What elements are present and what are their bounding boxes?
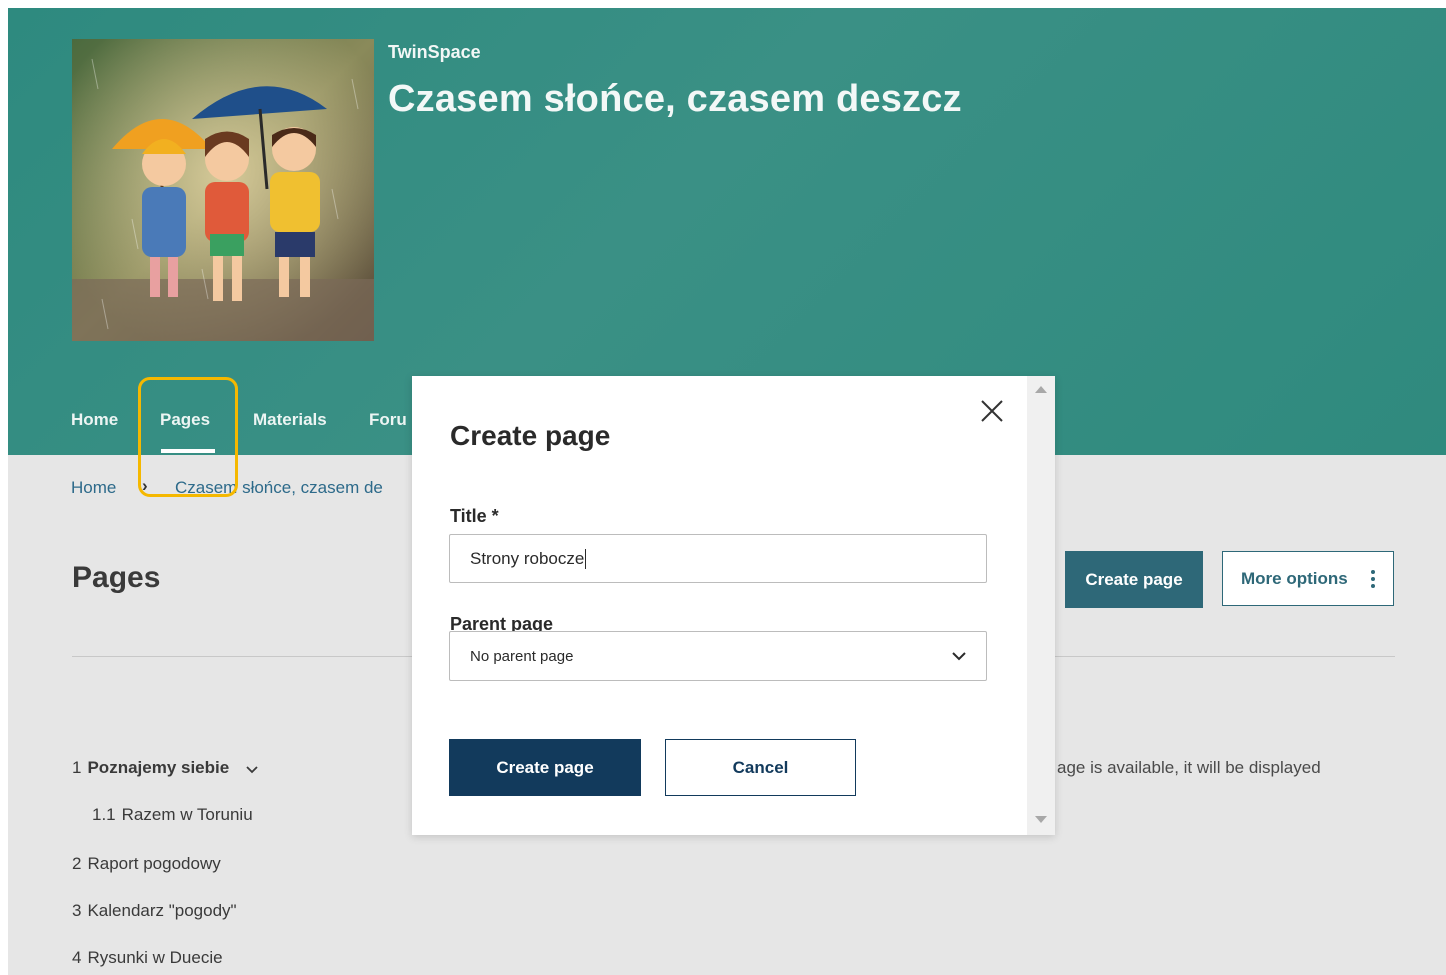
dialog-cancel-button[interactable]: Cancel <box>665 739 856 796</box>
project-title: Czasem słońce, czasem deszcz <box>388 78 962 120</box>
tree-item-label: Rysunki w Duecie <box>87 948 223 967</box>
text-cursor <box>585 548 587 569</box>
create-page-button[interactable]: Create page <box>1065 551 1203 608</box>
parent-page-select[interactable]: No parent page <box>449 631 987 681</box>
more-options-label: More options <box>1241 568 1348 588</box>
dialog-title: Create page <box>450 420 611 451</box>
scroll-up-arrow-icon[interactable] <box>1035 386 1047 393</box>
title-input[interactable]: Strony robocze <box>449 534 987 583</box>
kebab-icon <box>1371 569 1375 588</box>
dialog-create-page-button[interactable]: Create page <box>449 739 641 796</box>
tree-item-number: 4 <box>72 948 82 967</box>
tree-item[interactable]: 4 Rysunki w Duecie <box>72 948 223 968</box>
close-icon[interactable] <box>978 397 1006 425</box>
title-input-value: Strony robocze <box>470 548 585 568</box>
tree-item-label: Razem w Toruniu <box>121 805 253 824</box>
site-label: TwinSpace <box>388 42 481 62</box>
page-title: Pages <box>72 561 161 594</box>
nav-home[interactable]: Home <box>71 410 118 430</box>
breadcrumb-home[interactable]: Home <box>71 478 116 498</box>
tree-item-label: Kalendarz "pogody" <box>87 901 237 920</box>
chevron-down-icon <box>952 648 966 665</box>
tree-item[interactable]: 1.1 Razem w Toruniu <box>92 805 253 825</box>
highlight-annotation <box>138 377 238 497</box>
tree-item[interactable]: 1 Poznajemy siebie <box>72 758 258 779</box>
tree-item-number: 1 <box>72 758 82 777</box>
dialog-scrollbar[interactable] <box>1027 376 1055 835</box>
tree-item-number: 3 <box>72 901 82 920</box>
tree-item-number: 2 <box>72 854 82 873</box>
scroll-down-arrow-icon[interactable] <box>1035 816 1047 823</box>
parent-page-value: No parent page <box>470 647 574 665</box>
empty-page-note: age is available, it will be displayed <box>1057 758 1321 777</box>
page-frame: TwinSpace Czasem słońce, czasem deszcz H… <box>8 8 1446 975</box>
tree-item-label: Poznajemy siebie <box>87 758 230 777</box>
tree-item[interactable]: 3 Kalendarz "pogody" <box>72 901 237 921</box>
nav-forum[interactable]: Foru <box>369 410 407 430</box>
nav-materials[interactable]: Materials <box>253 410 327 430</box>
tree-item[interactable]: 2 Raport pogodowy <box>72 854 221 874</box>
chevron-down-icon[interactable] <box>246 759 258 779</box>
create-page-dialog: Create page Title * Strony robocze Paren… <box>412 376 1055 835</box>
title-field-label: Title * <box>450 506 499 526</box>
more-options-button[interactable]: More options <box>1222 551 1394 606</box>
tree-item-number: 1.1 <box>92 805 116 824</box>
tree-item-label: Raport pogodowy <box>87 854 221 873</box>
project-image <box>72 39 374 341</box>
